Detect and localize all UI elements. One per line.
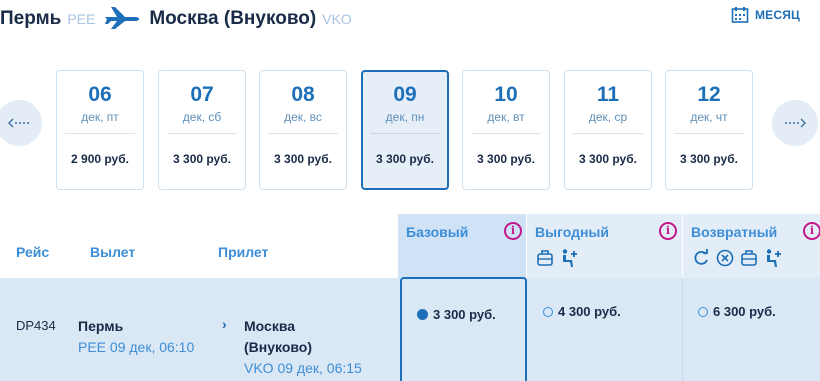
next-dates-button[interactable] (772, 100, 818, 146)
airplane-icon (103, 6, 141, 32)
tariff-name: Возвратный (691, 224, 778, 240)
arrival-details: VKO 09 дек, 06:15 (244, 360, 362, 376)
route-header: Пермь PEE Москва (Внуково) VKO (0, 4, 352, 34)
seat-icon (562, 249, 577, 267)
from-city: Пермь (0, 8, 62, 29)
info-icon[interactable]: i (504, 222, 522, 240)
radio-icon (543, 306, 553, 317)
date-day: 11 (596, 83, 620, 106)
column-header-flight: Рейс (16, 244, 50, 260)
fare-cell-base-selected[interactable] (400, 277, 527, 381)
date-card-10[interactable]: 10 дек, вт 3 300 руб. (462, 70, 550, 190)
date-weekday: дек, вт (487, 110, 525, 124)
date-card-07[interactable]: 07 дек, сб 3 300 руб. (158, 70, 246, 190)
column-divider (682, 278, 683, 381)
date-divider (674, 133, 744, 134)
date-weekday: дек, вс (284, 110, 322, 124)
date-card-11[interactable]: 11 дек, ср 3 300 руб. (564, 70, 652, 190)
tariff-header-base: Базовый i (398, 214, 526, 278)
flight-code: DP434 (16, 318, 56, 333)
month-label: МЕСЯЦ (754, 8, 800, 22)
fare-option-refundable[interactable]: 6 300 руб. (698, 304, 776, 319)
date-divider (370, 133, 440, 134)
tariff-name: Выгодный (535, 224, 609, 240)
baggage-icon (741, 250, 757, 266)
date-card-09-selected[interactable]: 09 дек, пн 3 300 руб. (361, 70, 449, 190)
date-weekday: дек, сб (182, 110, 222, 124)
fare-price: 4 300 руб. (558, 304, 621, 319)
column-header-departure: Вылет (90, 244, 136, 260)
date-day: 10 (494, 83, 518, 106)
month-button[interactable]: МЕСЯЦ (731, 6, 800, 24)
radio-icon (698, 306, 708, 317)
column-header-arrival: Прилет (218, 244, 269, 260)
info-icon[interactable]: i (803, 222, 820, 240)
date-weekday: дек, чт (690, 110, 728, 124)
tariff-header-refundable: Возвратный i (683, 214, 820, 278)
seat-icon (766, 249, 781, 267)
date-price: 3 300 руб. (274, 152, 332, 166)
radio-selected-icon (417, 309, 428, 320)
departure-details: PEE 09 дек, 06:10 (78, 339, 195, 355)
date-price: 3 300 руб. (376, 152, 434, 166)
departure-city: Пермь (78, 318, 124, 334)
date-card-12[interactable]: 12 дек, чт 3 300 руб. (665, 70, 753, 190)
date-divider (65, 133, 135, 134)
arrow-right-icon (785, 118, 806, 128)
tariff-name: Базовый (406, 224, 469, 240)
date-price: 3 300 руб. (477, 152, 535, 166)
date-divider (573, 133, 643, 134)
chevron-right-icon: › (222, 316, 227, 332)
date-weekday: дек, пт (81, 110, 119, 124)
cancel-icon (716, 249, 734, 267)
date-card-08[interactable]: 08 дек, вс 3 300 руб. (259, 70, 347, 190)
calendar-icon (731, 7, 749, 23)
arrival-city: Москва (244, 318, 296, 334)
date-divider (268, 133, 338, 134)
date-price: 3 300 руб. (173, 152, 231, 166)
date-price: 2 900 руб. (71, 152, 129, 166)
from-code: PEE (67, 11, 96, 27)
to-code: VKO (322, 11, 352, 27)
date-divider (471, 133, 541, 134)
to-city: Москва (Внуково) (149, 8, 317, 29)
fare-price: 6 300 руб. (713, 304, 776, 319)
date-day: 09 (393, 83, 417, 106)
date-day: 07 (190, 83, 214, 106)
date-weekday: дек, пн (385, 110, 425, 124)
fare-option-base[interactable]: 3 300 руб. (417, 307, 496, 322)
fare-option-profitable[interactable]: 4 300 руб. (543, 304, 621, 319)
date-card-06[interactable]: 06 дек, пт 2 900 руб. (56, 70, 144, 190)
date-price: 3 300 руб. (579, 152, 637, 166)
arrow-left-icon (8, 118, 29, 128)
date-day: 08 (291, 83, 315, 106)
refund-icon (694, 249, 708, 265)
date-weekday: дек, ср (588, 110, 628, 124)
baggage-icon (537, 250, 553, 266)
fare-price: 3 300 руб. (433, 307, 496, 322)
prev-dates-button[interactable] (0, 100, 42, 146)
date-day: 12 (697, 83, 721, 106)
arrival-city-airport: (Внуково) (244, 339, 313, 355)
info-icon[interactable]: i (659, 222, 677, 240)
date-day: 06 (88, 83, 112, 106)
date-divider (167, 133, 237, 134)
date-price: 3 300 руб. (680, 152, 738, 166)
tariff-header-profitable: Выгодный i (527, 214, 682, 278)
